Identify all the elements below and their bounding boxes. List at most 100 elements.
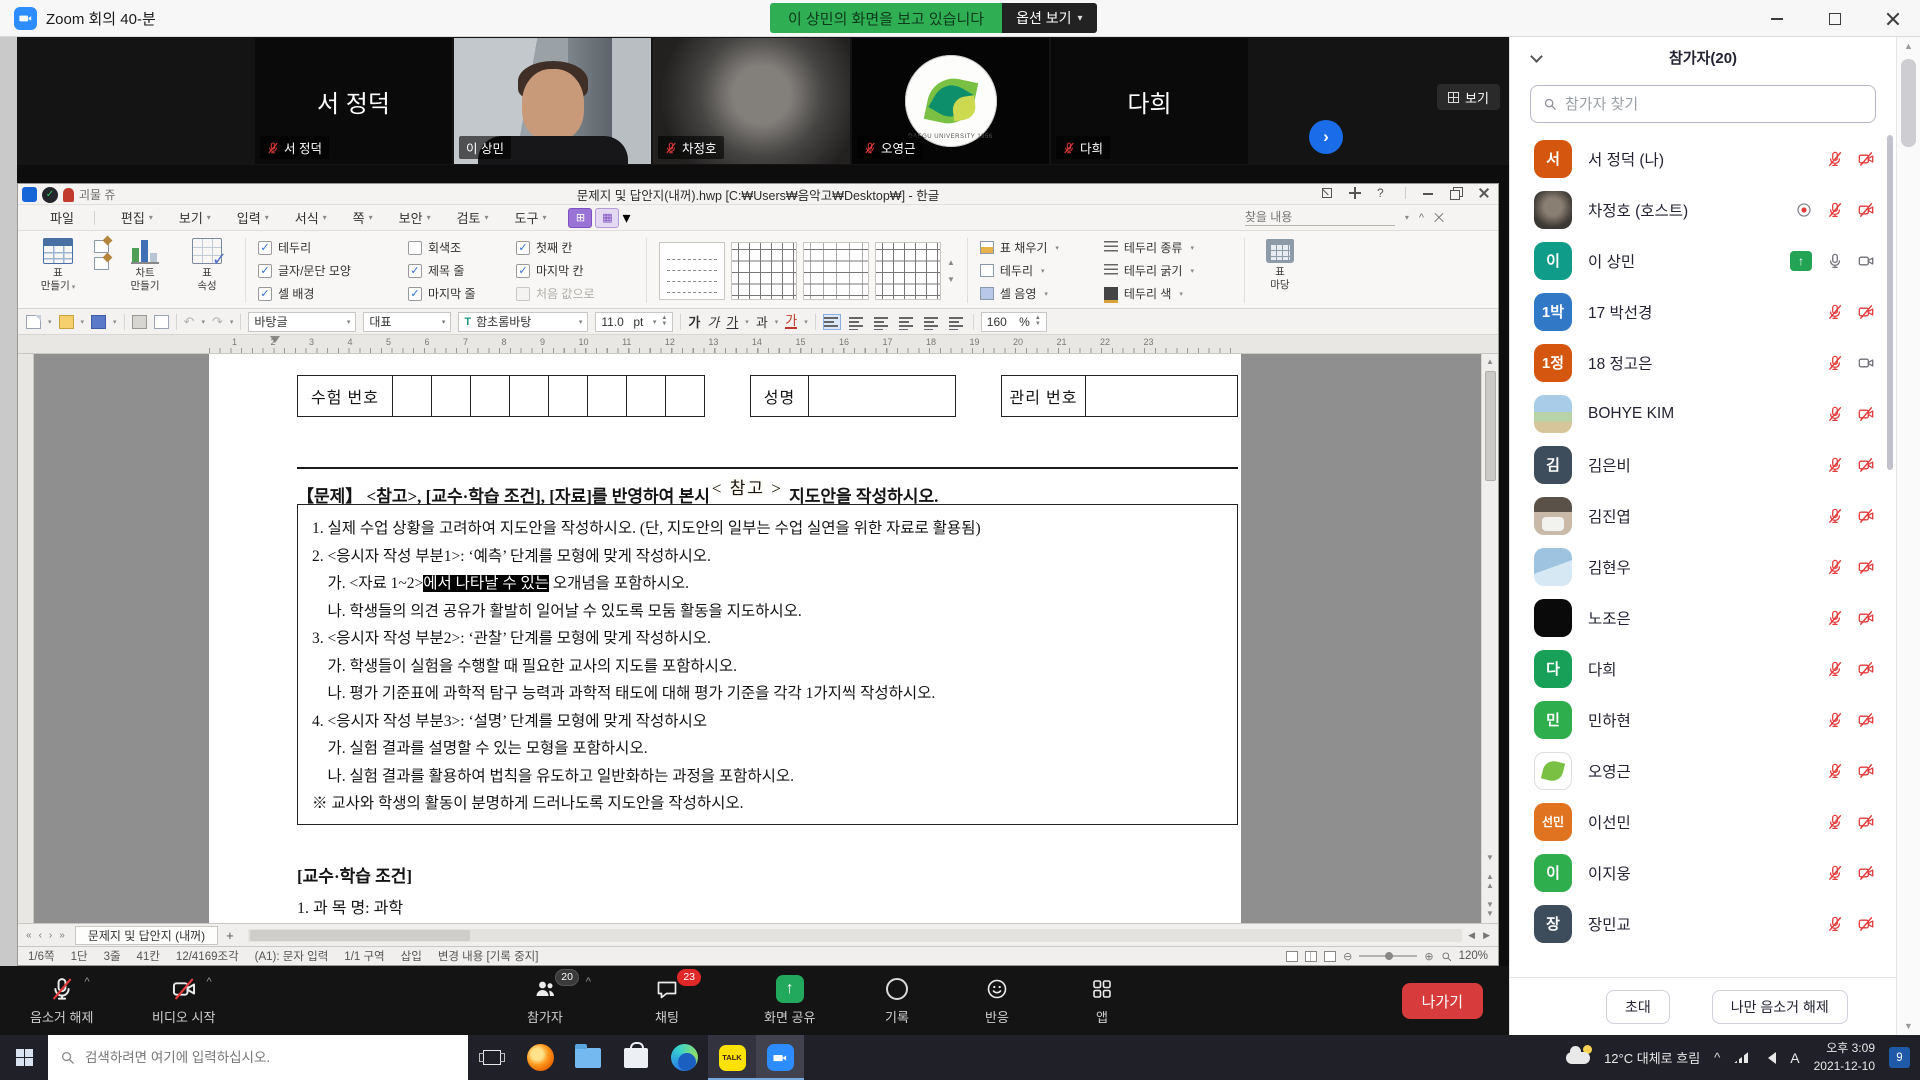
help-icon[interactable]: ? <box>1377 187 1389 199</box>
zoom-slider[interactable] <box>1359 955 1417 957</box>
page-up-icon[interactable]: ▲▲ <box>1486 869 1494 893</box>
table-style-icon[interactable] <box>94 257 109 270</box>
find-close-icon[interactable] <box>1434 213 1444 223</box>
menu-security[interactable]: 보안▾ <box>399 208 431 227</box>
participant-row[interactable]: 선민 이선민 <box>1510 796 1896 847</box>
next-participants-button[interactable]: › <box>1309 120 1343 154</box>
taskbar-clock[interactable]: 오후 3:09 2021-12-10 <box>1814 1040 1875 1075</box>
hscroll-left-icon[interactable]: ◀ <box>1468 930 1475 941</box>
menu-input[interactable]: 입력▾ <box>237 208 269 227</box>
participant-row[interactable]: 다 다희 <box>1510 643 1896 694</box>
participant-search[interactable] <box>1530 85 1876 123</box>
ime-indicator[interactable]: A <box>1790 1050 1799 1066</box>
table-madang-button[interactable]: 표마당 <box>1257 236 1303 305</box>
table-edit-icon[interactable] <box>94 240 109 253</box>
menu-review[interactable]: 검토▾ <box>457 208 489 227</box>
weather-icon[interactable] <box>1566 1052 1590 1064</box>
align-left-button[interactable] <box>848 314 866 330</box>
tab-last-icon[interactable]: » <box>59 930 65 941</box>
menu-edit[interactable]: 편집▾ <box>121 208 153 227</box>
reactions-button[interactable]: 반응 <box>985 975 1009 1026</box>
mgmt-number-table[interactable]: 관리 번호 <box>1001 375 1238 417</box>
tray-expand-icon[interactable]: ^ <box>1714 1050 1720 1065</box>
style-preset-select[interactable]: 대표▾ <box>363 312 451 332</box>
panel-collapse-icon[interactable] <box>1530 50 1543 63</box>
view-facing-icon[interactable] <box>1305 951 1317 962</box>
font-size-input[interactable]: 11.0pt▾▲▼ <box>595 312 673 332</box>
invite-button[interactable]: 초대 <box>1606 990 1670 1024</box>
align-center-button[interactable] <box>873 314 891 330</box>
document-area[interactable]: 수험 번호 성명 관리 번호 【문제】 <참고>, [교수· <box>18 354 1498 923</box>
participant-row[interactable]: 이 이지웅 <box>1510 847 1896 898</box>
checkbox-first-column[interactable]: ✓첫째 칸 <box>516 236 634 259</box>
task-view-button[interactable] <box>468 1035 516 1080</box>
window-scroll-up-icon[interactable]: ▲ <box>1897 37 1920 51</box>
exam-number-table[interactable]: 수험 번호 <box>297 375 705 417</box>
minimize-button[interactable] <box>1770 12 1784 26</box>
page-down-icon[interactable]: ▼▼ <box>1486 897 1494 921</box>
menu-page[interactable]: 쪽▾ <box>353 208 373 227</box>
preview-icon[interactable] <box>154 315 169 329</box>
checkbox-title-row[interactable]: ✓제목 줄 <box>408 259 516 282</box>
weather-text[interactable]: 12°C 대체로 흐림 <box>1604 1048 1700 1067</box>
participant-row[interactable]: 차정호 (호스트) <box>1510 184 1896 235</box>
align-right-button[interactable] <box>898 314 916 330</box>
document-page[interactable]: 수험 번호 성명 관리 번호 【문제】 <참고>, [교수· <box>209 354 1241 923</box>
find-input[interactable] <box>1245 209 1395 226</box>
video-tile[interactable]: 다희 다희 <box>1051 38 1248 164</box>
participant-row[interactable]: 1정 18 정고은 <box>1510 337 1896 388</box>
participant-row[interactable]: 장 장민교 <box>1510 898 1896 949</box>
checkbox-cell-background[interactable]: ✓셀 배경 <box>258 282 408 305</box>
taskbar-search[interactable] <box>48 1035 468 1080</box>
mic-options-icon[interactable]: ^ <box>85 976 90 988</box>
table-style-grid-3[interactable] <box>875 242 941 300</box>
video-tile[interactable]: 차정호 <box>653 38 850 164</box>
new-document-icon[interactable] <box>26 315 41 329</box>
underline-button[interactable]: 가 <box>726 312 738 331</box>
window-scroll-down-icon[interactable]: ▼ <box>1897 1017 1920 1031</box>
view-single-icon[interactable] <box>1286 951 1298 962</box>
share-screen-button[interactable]: ↑ 화면 공유 <box>764 975 815 1026</box>
network-icon[interactable] <box>1734 1052 1748 1063</box>
table-fill-button[interactable]: 표 채우기▾ <box>980 236 1098 259</box>
font-select[interactable]: T함초롬바탕▾ <box>458 312 588 332</box>
gallery-down-icon[interactable]: ▼ <box>947 275 955 284</box>
file-explorer-button[interactable] <box>564 1035 612 1080</box>
align-justify-button[interactable] <box>823 314 841 330</box>
table-grid-icon[interactable]: ▦ <box>595 208 619 228</box>
line-spacing-input[interactable]: 160%▲▼ <box>981 312 1047 332</box>
font-color-button[interactable]: 가 <box>785 314 797 329</box>
firefox-button[interactable] <box>516 1035 564 1080</box>
cell-shade-button[interactable]: 셀 음영▾ <box>980 282 1098 305</box>
edge-button[interactable] <box>660 1035 708 1080</box>
zoom-out-icon[interactable]: ⊖ <box>1343 950 1352 963</box>
document-scrollbar[interactable]: ▲ ▼ ▲▲ ▼▼ <box>1481 354 1498 923</box>
border-button[interactable]: 테두리▾ <box>980 259 1098 282</box>
window-scrollbar[interactable]: ▲ ▼ <box>1896 37 1920 1035</box>
scroll-thumb[interactable] <box>1485 371 1496 481</box>
participant-search-input[interactable] <box>1565 96 1863 113</box>
hwp-minimize-button[interactable] <box>1422 187 1434 199</box>
menu-format[interactable]: 서식▾ <box>295 208 327 227</box>
zoom-in-icon[interactable]: ⊕ <box>1424 950 1433 963</box>
print-icon[interactable] <box>132 315 147 329</box>
view-button[interactable]: 보기 <box>1437 84 1500 110</box>
find-collapse-icon[interactable]: ^ <box>1419 212 1424 224</box>
tab-prev-icon[interactable]: ‹ <box>39 930 42 941</box>
open-icon[interactable] <box>59 315 74 329</box>
leave-button[interactable]: 나가기 <box>1402 983 1483 1019</box>
participant-row[interactable]: 오영근 <box>1510 745 1896 796</box>
scroll-down-icon[interactable]: ▼ <box>1486 850 1494 865</box>
participant-row[interactable]: 김현우 <box>1510 541 1896 592</box>
close-button[interactable] <box>1886 12 1900 26</box>
video-tile[interactable]: DAEGU UNIVERSITY 1956 오영근 <box>852 38 1049 164</box>
horizontal-ruler[interactable]: 1 2 3 4 5 6 7 8 9 10 11 12 13 14 15 16 1… <box>18 335 1498 354</box>
table-properties-button[interactable]: 표속성 <box>181 236 233 305</box>
tab-first-icon[interactable]: « <box>26 930 32 941</box>
zoom-taskbar-button[interactable] <box>756 1035 804 1080</box>
participant-row[interactable]: 김 김은비 <box>1510 439 1896 490</box>
participant-row[interactable]: BOHYE KIM <box>1510 388 1896 439</box>
table-create-button[interactable]: 표만들기 ▾ <box>32 236 84 305</box>
record-button[interactable]: 기록 <box>885 975 909 1026</box>
fullscreen-icon[interactable] <box>1321 187 1333 199</box>
